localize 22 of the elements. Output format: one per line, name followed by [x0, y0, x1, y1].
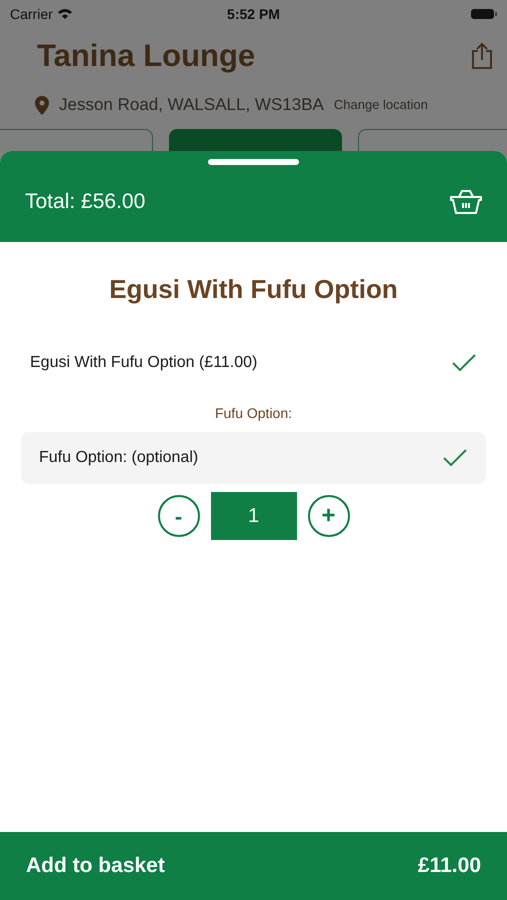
address-text: Jesson Road, WALSALL, WS13BA	[59, 94, 324, 116]
drag-handle[interactable]	[208, 159, 299, 165]
restaurant-name: Tanina Lounge	[37, 36, 256, 75]
location-pin-icon	[35, 96, 49, 114]
wifi-icon	[56, 8, 73, 20]
option-row[interactable]: Egusi With Fufu Option (£11.00)	[0, 337, 507, 389]
status-time: 5:52 PM	[227, 4, 280, 24]
decrease-button[interactable]: -	[158, 495, 200, 537]
option-heading: Fufu Option:	[214, 404, 294, 423]
option-row[interactable]: Fufu Option: (optional)	[21, 432, 486, 484]
item-title: Egusi With Fufu Option	[108, 273, 399, 306]
quantity-value: 1	[210, 492, 296, 540]
share-icon[interactable]	[471, 42, 493, 70]
option-label: Fufu Option: (optional)	[39, 448, 198, 468]
option-label: Egusi With Fufu Option (£11.00)	[30, 353, 258, 373]
basket-icon[interactable]	[450, 188, 482, 214]
battery-icon	[470, 8, 497, 20]
total-text: Total: £56.00	[25, 188, 146, 215]
carrier-label: Carrier	[10, 4, 53, 24]
add-to-basket-button[interactable]: Add to basket £11.00	[0, 832, 507, 900]
increase-button[interactable]: +	[308, 495, 350, 537]
change-location-link[interactable]: Change location	[334, 95, 428, 115]
